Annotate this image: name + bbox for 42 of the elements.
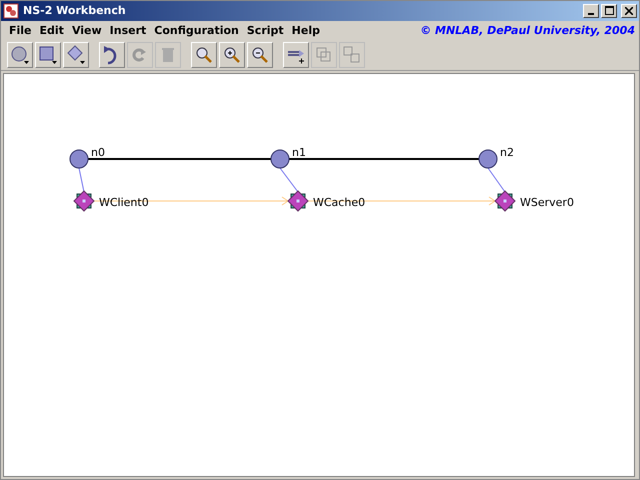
diamond-icon <box>65 44 87 66</box>
zoom-out-button[interactable] <box>247 42 273 68</box>
circle-icon <box>9 44 31 66</box>
square-button[interactable] <box>35 42 61 68</box>
diamond-button[interactable] <box>63 42 89 68</box>
node-icon[interactable] <box>270 149 290 168</box>
undo-button[interactable] <box>99 42 125 68</box>
menu-item[interactable]: Insert <box>110 24 146 38</box>
agent-label: WCache0 <box>313 196 366 209</box>
menu-item[interactable]: Configuration <box>154 24 239 38</box>
agent-icon[interactable] <box>287 190 309 212</box>
node-icon[interactable] <box>70 149 88 168</box>
circle-button[interactable] <box>7 42 33 68</box>
minimize-button[interactable] <box>583 4 599 18</box>
node-label: n1 <box>292 146 306 159</box>
minimize-icon <box>588 12 594 15</box>
agent-icon[interactable] <box>73 190 95 212</box>
app-icon <box>3 2 19 19</box>
menu-item[interactable]: View <box>72 24 102 38</box>
maximize-button[interactable] <box>601 4 617 18</box>
menu-item[interactable]: Help <box>292 24 320 38</box>
agent-icon[interactable] <box>494 190 516 212</box>
zoom-in-button[interactable] <box>219 42 245 68</box>
menu-item[interactable]: File <box>9 24 32 38</box>
maximize-icon <box>604 6 614 16</box>
menu-item[interactable]: Edit <box>40 24 64 38</box>
attach-line <box>78 167 84 192</box>
close-button[interactable] <box>621 4 637 18</box>
window-title: NS-2 Workbench <box>23 4 127 18</box>
copyright-text: © MNLAB, DePaul University, 2004 <box>420 24 635 38</box>
attach-line <box>280 167 298 192</box>
node-label: n2 <box>500 146 514 159</box>
node-label: n0 <box>91 146 105 159</box>
zoom-button[interactable] <box>191 42 217 68</box>
menu-item[interactable]: Script <box>246 24 284 38</box>
attach-line <box>488 167 506 192</box>
add-link-button[interactable] <box>283 42 309 68</box>
square-icon <box>37 44 59 66</box>
agent-label: WServer0 <box>520 196 574 209</box>
close-icon <box>625 6 633 15</box>
agent-label: WClient0 <box>99 196 149 209</box>
node-icon[interactable] <box>478 149 498 168</box>
